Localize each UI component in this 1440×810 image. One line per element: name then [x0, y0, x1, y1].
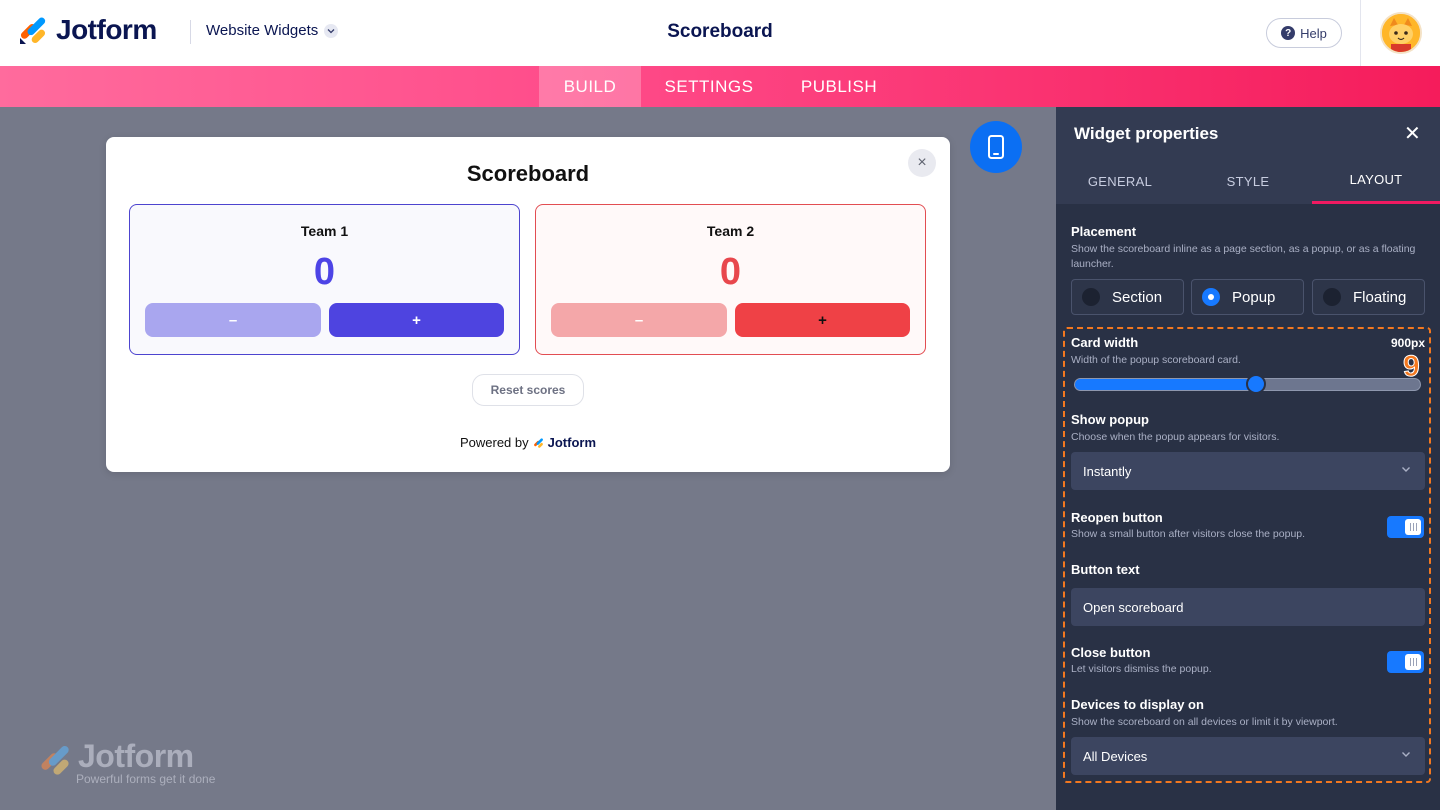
option-label: Popup — [1232, 288, 1276, 306]
team-card-1: Team 1 0 – + — [129, 204, 520, 355]
reset-scores-button[interactable]: Reset scores — [472, 374, 584, 406]
devices-description: Show the scoreboard on all devices or li… — [1071, 716, 1338, 728]
jotform-logo-icon — [20, 17, 46, 44]
show-popup-select[interactable]: Instantly — [1071, 452, 1425, 490]
placement-option-section[interactable]: Section — [1071, 279, 1184, 315]
scoreboard-title: Scoreboard — [466, 161, 590, 186]
team-card-2: Team 2 0 – + — [535, 204, 926, 355]
reopen-button-toggle[interactable] — [1387, 516, 1424, 538]
top-header: Jotform Website Widgets Scoreboard ? Hel… — [0, 0, 1440, 66]
show-popup-label: Show popup — [1071, 412, 1149, 427]
option-label: Section — [1112, 288, 1163, 306]
card-width-description: Width of the popup scoreboard card. — [1071, 354, 1241, 366]
panel-tabs: GENERAL STYLE LAYOUT — [1056, 158, 1440, 204]
toggle-knob — [1405, 654, 1421, 670]
slider-handle[interactable] — [1246, 374, 1266, 394]
devices-select[interactable]: All Devices — [1071, 737, 1425, 775]
watermark-tagline: Powerful forms get it done — [76, 772, 216, 786]
panel-title: Widget properties — [1074, 124, 1219, 143]
chevron-down-icon — [1401, 464, 1411, 476]
product-label: Website Widgets — [206, 22, 319, 39]
header-divider — [190, 20, 191, 44]
button-text-input[interactable]: Open scoreboard — [1071, 588, 1425, 626]
devices-label: Devices to display on — [1071, 697, 1204, 712]
jotform-logo-text: Jotform — [56, 14, 157, 45]
close-button-toggle[interactable] — [1387, 651, 1424, 673]
tab-style[interactable]: STYLE — [1184, 158, 1312, 204]
button-text-label: Button text — [1071, 562, 1140, 577]
help-button[interactable]: ? Help — [1266, 18, 1342, 48]
scoreboard-popup-card: × Scoreboard Team 1 0 – + Team 2 0 – + R… — [106, 137, 950, 472]
question-icon: ? — [1281, 26, 1296, 40]
show-popup-description: Choose when the popup appears for visito… — [1071, 431, 1280, 443]
jotform-watermark: Jotform Powerful forms get it done — [38, 738, 215, 786]
slider-fill — [1075, 379, 1258, 390]
placement-label: Placement — [1071, 224, 1137, 239]
tab-publish[interactable]: PUBLISH — [788, 66, 890, 107]
jotform-logo[interactable]: Jotform — [18, 14, 157, 46]
product-switcher[interactable]: Website Widgets — [206, 22, 339, 39]
team-name: Team 2 — [706, 223, 755, 239]
tab-settings[interactable]: SETTINGS — [653, 66, 765, 107]
team1-decrement-button[interactable]: – — [145, 303, 321, 337]
radio-checked-icon — [1202, 288, 1220, 306]
powered-by[interactable]: Powered by Jotform — [106, 435, 950, 450]
mobile-phone-icon — [988, 135, 1004, 159]
reopen-button-description: Show a small button after visitors close… — [1071, 528, 1306, 540]
close-button-description: Let visitors dismiss the popup. — [1071, 663, 1212, 675]
option-label: Floating — [1353, 288, 1407, 306]
select-value: Instantly — [1083, 463, 1132, 479]
close-button-label: Close button — [1071, 645, 1151, 660]
team-name: Team 1 — [300, 223, 349, 239]
team1-increment-button[interactable]: + — [329, 303, 504, 337]
close-icon[interactable]: ✕ — [1404, 121, 1421, 146]
placement-option-popup[interactable]: Popup — [1191, 279, 1304, 315]
help-label: Help — [1300, 25, 1327, 41]
builder-nav: BUILD SETTINGS PUBLISH — [0, 66, 1440, 107]
team2-increment-button[interactable]: + — [735, 303, 910, 337]
jotform-watermark-icon — [41, 745, 69, 775]
card-width-label: Card width — [1071, 335, 1139, 350]
reopen-button-label: Reopen button — [1071, 510, 1163, 525]
header-divider-right — [1360, 0, 1361, 66]
placement-description: Show the scoreboard inline as a page sec… — [1071, 243, 1416, 270]
cat-avatar-icon — [1382, 14, 1420, 52]
chevron-down-icon — [324, 23, 339, 38]
card-width-value: 900px — [1390, 336, 1425, 350]
team-score: 0 — [719, 251, 742, 293]
powered-brand: Jotform — [547, 435, 597, 450]
tab-general[interactable]: GENERAL — [1056, 158, 1184, 204]
input-value: Open scoreboard — [1083, 599, 1184, 615]
chevron-down-icon — [1401, 749, 1411, 761]
tab-layout[interactable]: LAYOUT — [1312, 158, 1440, 204]
watermark-brand: Jotform — [78, 738, 194, 774]
widget-properties-panel: Widget properties ✕ GENERAL STYLE LAYOUT… — [1056, 107, 1440, 810]
tab-build[interactable]: BUILD — [539, 66, 641, 107]
team-score: 0 — [313, 251, 336, 293]
user-avatar[interactable] — [1380, 12, 1422, 54]
panel-header: Widget properties ✕ — [1056, 107, 1440, 158]
jotform-small-logo-icon — [533, 437, 543, 448]
powered-prefix: Powered by — [459, 435, 529, 450]
select-value: All Devices — [1083, 748, 1148, 764]
radio-icon — [1082, 288, 1100, 306]
device-preview-button[interactable] — [970, 121, 1022, 173]
team2-decrement-button[interactable]: – — [551, 303, 727, 337]
radio-icon — [1323, 288, 1341, 306]
toggle-knob — [1405, 519, 1421, 535]
placement-option-floating[interactable]: Floating — [1312, 279, 1425, 315]
